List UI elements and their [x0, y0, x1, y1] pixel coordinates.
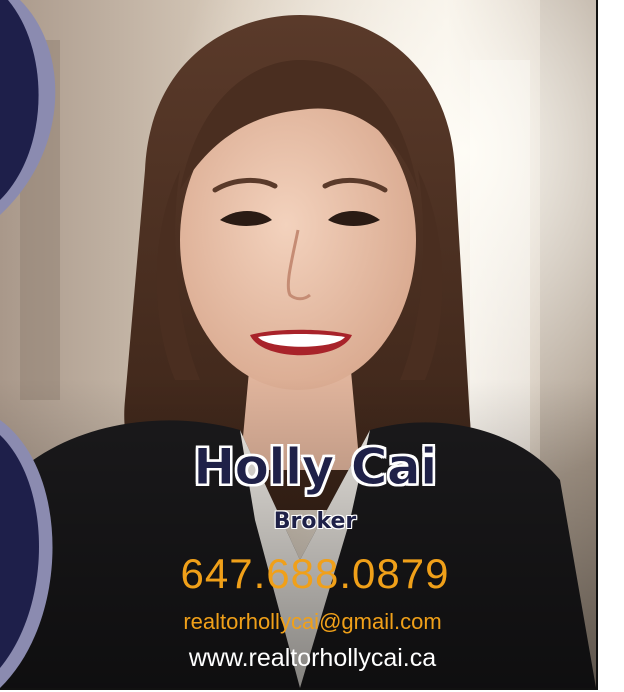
agent-website: www.realtorhollycai.ca — [188, 644, 437, 672]
realtor-card: Holly Cai Broker 647.688.0879 realtorhol… — [0, 0, 598, 690]
agent-phone: 647.688.0879 — [180, 550, 450, 597]
agent-name: Holly Cai — [193, 438, 438, 496]
agent-email: realtorhollycai@gmail.com — [183, 609, 442, 634]
agent-title: Broker — [273, 509, 357, 534]
